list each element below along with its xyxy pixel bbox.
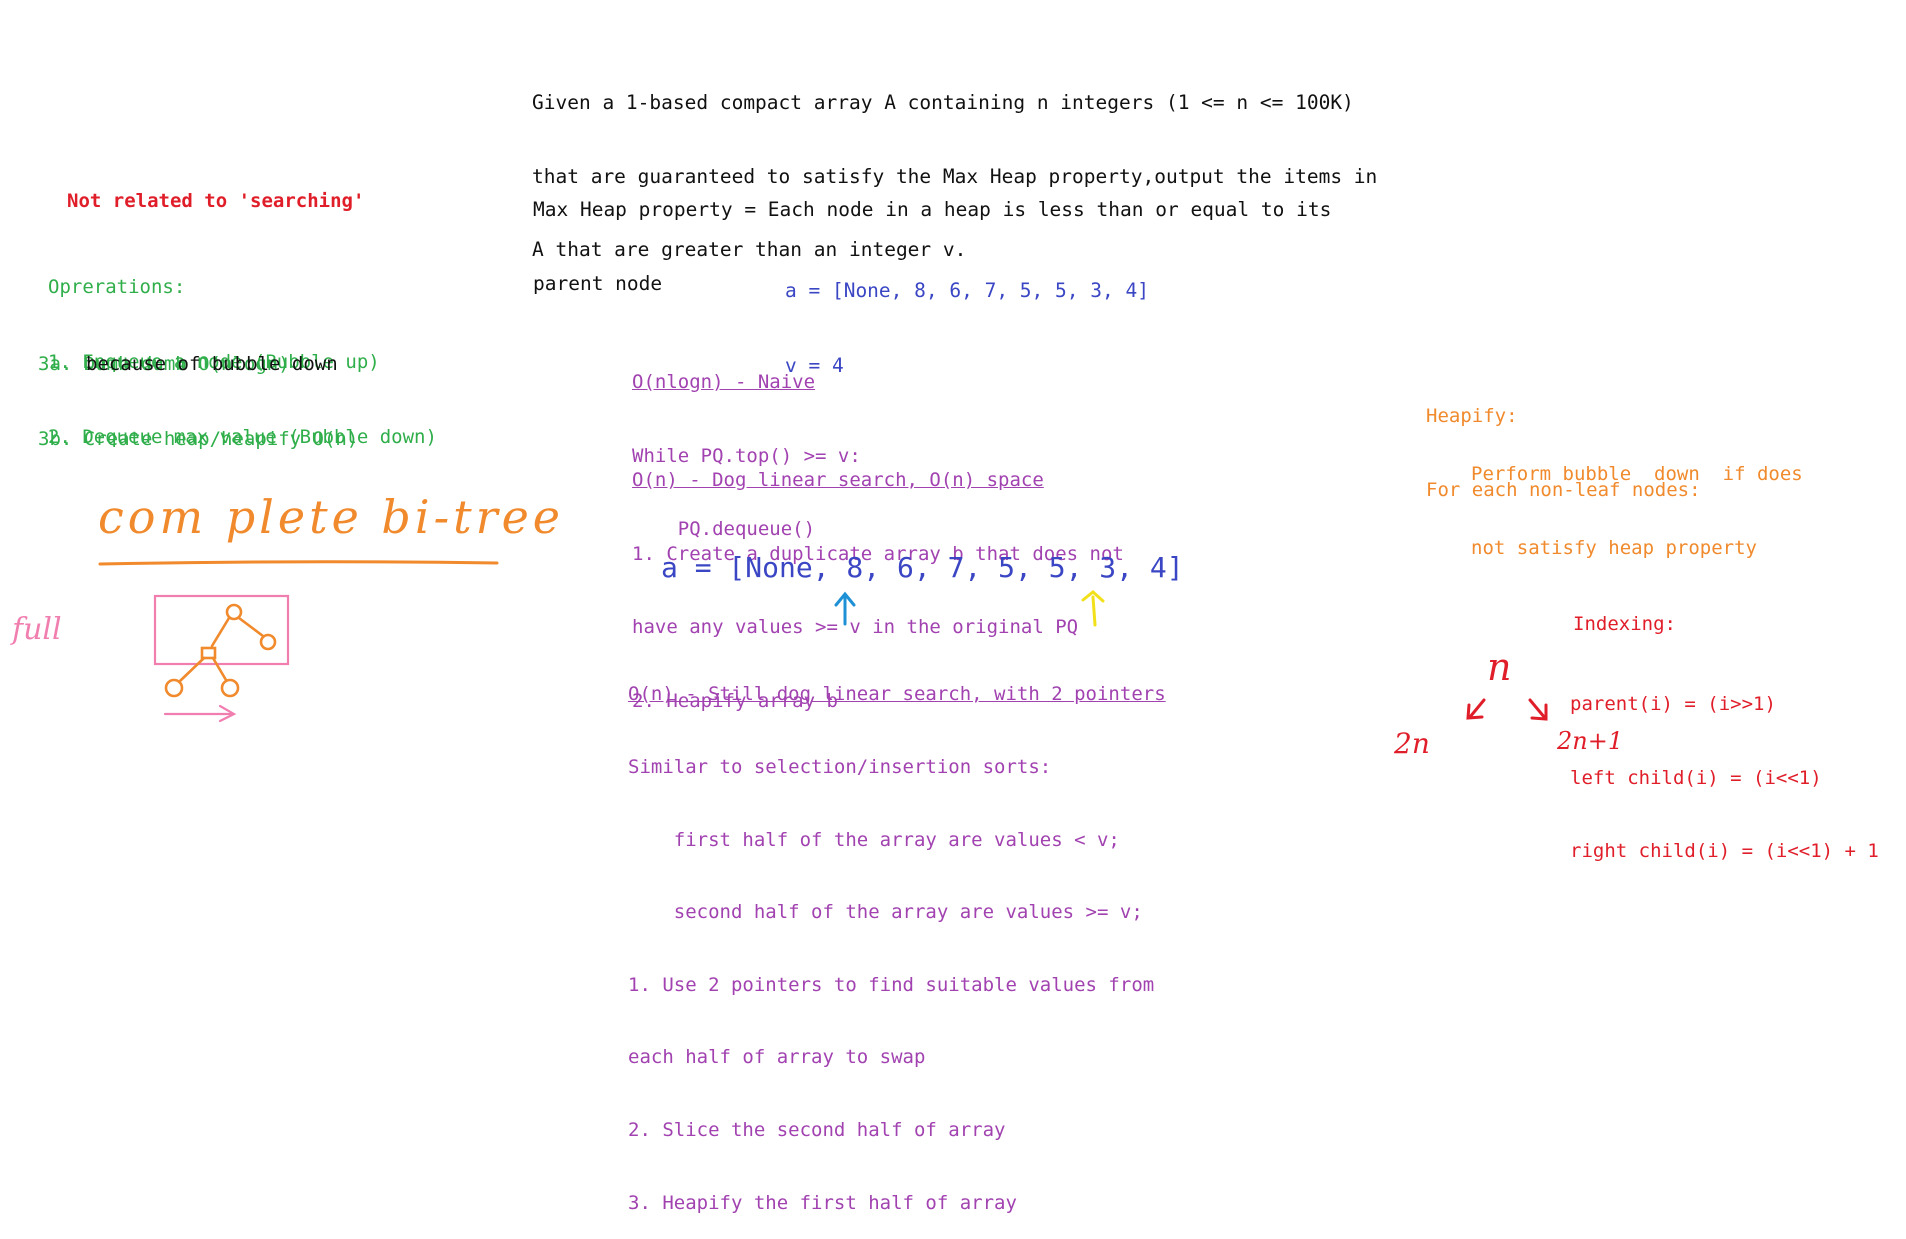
two-pointers-line: each half of array to swap <box>628 1046 926 1069</box>
index-arrows <box>1466 698 1548 721</box>
left-pointer-arrow <box>834 591 856 626</box>
two-pointers-line: 2. Slice the second half of array <box>628 1119 1006 1142</box>
annotation-drawings <box>98 560 1548 723</box>
two-pointers-line: 1. Use 2 pointers to find suitable value… <box>628 973 1155 996</box>
two-pointers-line: 3. Heapify the first half of array <box>628 1191 1017 1214</box>
right-pointer-arrow <box>1081 590 1105 627</box>
fill-direction-arrow <box>163 704 237 723</box>
complete-bitree-underline <box>98 560 499 566</box>
complete-tree-icon <box>164 603 277 698</box>
two-pointers-line: second half of the array are values >= v… <box>628 901 1143 924</box>
